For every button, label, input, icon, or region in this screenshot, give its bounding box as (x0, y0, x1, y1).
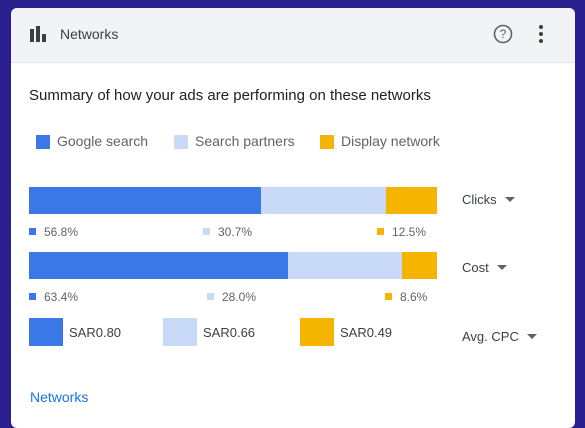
cost-percentages: 63.4% 28.0% 8.6% (29, 290, 439, 306)
card-title: Networks (60, 26, 119, 42)
clicks-metric-dropdown[interactable]: Clicks (462, 192, 515, 207)
legend-swatch (36, 135, 50, 149)
pct-dot (377, 228, 384, 235)
dropdown-label: Cost (462, 260, 489, 275)
pct-display-network: 8.6% (385, 290, 427, 304)
bar-segment-display-network (385, 187, 437, 214)
pct-search-partners: 28.0% (207, 290, 256, 304)
dropdown-label: Avg. CPC (462, 329, 519, 344)
bar-segment-google-search (29, 252, 288, 279)
pct-value: 30.7% (218, 225, 253, 239)
networks-link[interactable]: Networks (30, 389, 88, 405)
pct-dot (29, 293, 36, 300)
bar-segment-google-search (29, 187, 261, 214)
bar-segment-search-partners (287, 252, 402, 279)
pct-search-partners: 30.7% (203, 225, 252, 239)
more-vert-icon[interactable] (533, 23, 549, 45)
pct-value: 56.8% (44, 225, 79, 239)
pct-dot (207, 293, 214, 300)
pct-value: 63.4% (44, 290, 79, 304)
svg-text:?: ? (500, 27, 507, 41)
networks-card: Networks ? Summary of how your ads are p… (11, 8, 575, 428)
cost-stacked-bar (29, 252, 437, 279)
avg-cpc-metric-dropdown[interactable]: Avg. CPC (462, 329, 537, 344)
pct-dot (29, 228, 36, 235)
pct-value: 8.6% (400, 290, 428, 304)
bar-segment-search-partners (260, 187, 386, 214)
pct-google-search: 56.8% (29, 225, 78, 239)
pct-google-search: 63.4% (29, 290, 78, 304)
dropdown-label: Clicks (462, 192, 497, 207)
cpc-value-display-network: SAR0.49 (340, 325, 393, 340)
cpc-value-google-search: SAR0.80 (69, 325, 122, 340)
summary-text: Summary of how your ads are performing o… (29, 87, 431, 104)
help-circle-icon[interactable]: ? (492, 23, 514, 45)
cpc-swatch-display-network (300, 318, 334, 346)
legend-label: Display network (341, 133, 440, 149)
cpc-swatch-google-search (29, 318, 63, 346)
legend-label: Google search (57, 133, 149, 149)
legend-swatch (174, 135, 188, 149)
legend-swatch (320, 135, 334, 149)
card-header: Networks ? (11, 8, 575, 63)
legend-label: Search partners (195, 133, 295, 149)
caret-down-icon (496, 265, 507, 270)
cost-metric-dropdown[interactable]: Cost (462, 260, 507, 275)
pct-display-network: 12.5% (377, 225, 426, 239)
cpc-swatch-search-partners (163, 318, 197, 346)
clicks-percentages: 56.8% 30.7% 12.5% (29, 225, 439, 241)
bar-chart-icon (30, 26, 46, 42)
caret-down-icon (504, 197, 515, 202)
clicks-stacked-bar (29, 187, 437, 214)
pct-value: 12.5% (392, 225, 427, 239)
pct-dot (203, 228, 210, 235)
caret-down-icon (526, 334, 537, 339)
cpc-value-search-partners: SAR0.66 (203, 325, 256, 340)
bar-segment-display-network (401, 252, 437, 279)
pct-dot (385, 293, 392, 300)
pct-value: 28.0% (222, 290, 257, 304)
